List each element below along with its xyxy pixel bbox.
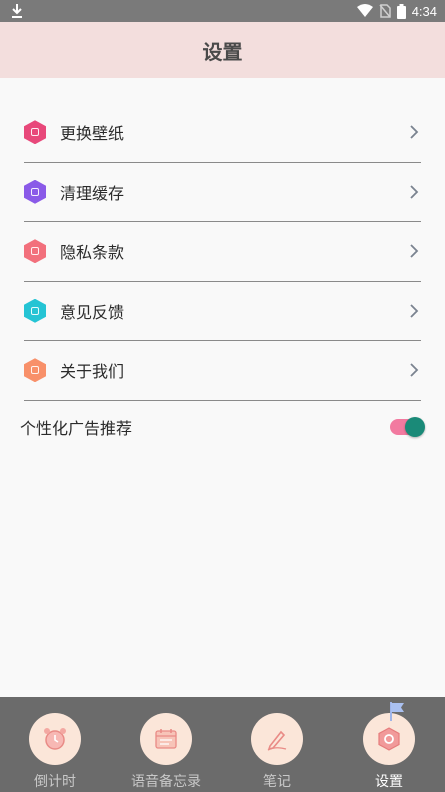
alarm-clock-icon xyxy=(44,728,66,750)
personalized-ads-toggle[interactable] xyxy=(390,417,425,437)
download-icon xyxy=(12,4,22,18)
setting-label: 意见反馈 xyxy=(60,302,125,322)
clean-cache-icon xyxy=(24,179,46,204)
tab-countdown[interactable]: 倒计时 xyxy=(0,713,110,791)
setting-change-wallpaper[interactable]: 更换壁纸 xyxy=(24,103,421,163)
setting-feedback[interactable]: 意见反馈 xyxy=(24,282,421,341)
toggle-knob xyxy=(405,417,425,437)
app-header: 设置 xyxy=(0,22,445,78)
personalized-ads-label: 个性化广告推荐 xyxy=(20,419,133,438)
tab-voice-memo[interactable]: 语音备忘录 xyxy=(111,713,221,791)
tab-label: 语音备忘录 xyxy=(131,774,201,790)
settings-hex-icon xyxy=(378,727,400,751)
personalized-ads-row: 个性化广告推荐 xyxy=(20,405,425,449)
tab-label: 笔记 xyxy=(263,774,291,790)
page-title: 设置 xyxy=(202,39,243,64)
tab-notes[interactable]: 笔记 xyxy=(222,713,332,791)
bottom-tab-bar: 倒计时 语音备忘录 笔记 设置 xyxy=(0,697,445,792)
chevron-right-icon xyxy=(410,185,419,199)
feedback-icon xyxy=(24,298,46,323)
pen-icon xyxy=(267,730,287,751)
battery-icon xyxy=(396,3,406,19)
tab-settings[interactable]: 设置 xyxy=(334,713,444,791)
setting-label: 更换壁纸 xyxy=(60,124,125,144)
tab-label: 倒计时 xyxy=(34,774,76,790)
flag-icon xyxy=(390,702,404,721)
wifi-icon xyxy=(356,4,373,17)
tab-icon-circle xyxy=(140,713,192,765)
setting-about-us[interactable]: 关于我们 xyxy=(24,341,421,401)
chevron-right-icon xyxy=(410,244,419,258)
chevron-right-icon xyxy=(410,125,419,139)
chevron-right-icon xyxy=(410,363,419,377)
setting-clear-cache[interactable]: 清理缓存 xyxy=(24,163,421,222)
tab-icon-circle xyxy=(251,713,303,765)
privacy-icon xyxy=(24,239,46,264)
setting-label: 隐私条款 xyxy=(60,243,125,263)
chevron-right-icon xyxy=(410,304,419,318)
about-icon xyxy=(24,358,46,383)
status-time: 4:34 xyxy=(411,3,437,19)
settings-list: 更换壁纸 清理缓存 隐私条款 意见反馈 关于我们 xyxy=(24,103,421,401)
wallpaper-icon xyxy=(24,120,46,145)
no-sim-icon xyxy=(379,4,391,18)
calendar-icon xyxy=(155,729,177,749)
setting-label: 清理缓存 xyxy=(60,183,125,203)
setting-label: 关于我们 xyxy=(60,362,125,382)
tab-icon-circle xyxy=(29,713,81,765)
tab-label: 设置 xyxy=(375,774,403,790)
status-bar: 4:34 xyxy=(0,0,445,22)
setting-privacy-policy[interactable]: 隐私条款 xyxy=(24,222,421,282)
